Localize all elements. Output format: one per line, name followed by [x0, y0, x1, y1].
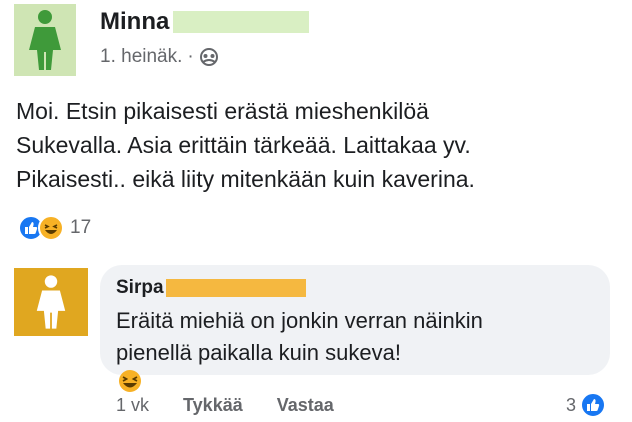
like-icon — [580, 392, 607, 418]
comment-reactions[interactable]: 3 — [566, 392, 607, 418]
comment-reaction-count: 3 — [566, 394, 577, 415]
post-reactions[interactable]: 17 — [18, 215, 91, 241]
redacted-surname — [165, 279, 306, 297]
post-text-line: Moi. Etsin pikaisesti erästä mieshenkilö… — [16, 98, 429, 124]
friends-icon[interactable] — [199, 48, 219, 66]
commenter-name[interactable]: Sirpa — [116, 277, 164, 299]
post-body: Moi. Etsin pikaisesti erästä mieshenkilö… — [16, 94, 616, 196]
haha-icon — [38, 215, 64, 241]
meta-separator: · — [187, 46, 194, 67]
commenter-avatar[interactable] — [14, 268, 88, 336]
comment-age[interactable]: 1 vk — [116, 395, 149, 416]
comment-bubble: Sirpa Eräitä miehiä on jonkin verran näi… — [100, 265, 610, 392]
post-author-avatar[interactable] — [14, 4, 76, 76]
post-author-name[interactable]: Minna — [100, 8, 169, 36]
reply-button[interactable]: Vastaa — [277, 395, 334, 416]
female-silhouette-icon — [36, 275, 66, 329]
redacted-surname — [173, 11, 310, 33]
comment-text: Eräitä miehiä on jonkin verran näinkin p… — [116, 305, 594, 402]
post-header: Minna 1. heinäk. · — [100, 8, 310, 68]
post-timestamp[interactable]: 1. heinäk. — [100, 46, 182, 68]
post-text-line: Pikaisesti.. eikä liity mitenkään kuin k… — [16, 166, 475, 192]
like-button[interactable]: Tykkää — [183, 395, 243, 416]
post-text-line: Sukevalla. Asia erittäin tärkeää. Laitta… — [16, 132, 471, 158]
comment-text-line-2: pienellä paikalla kuin suke­va! — [116, 337, 594, 402]
comment-text-line: Eräitä miehiä on jonkin verran näinkin — [116, 308, 483, 333]
female-silhouette-icon — [29, 10, 61, 70]
reaction-count[interactable]: 17 — [70, 217, 91, 239]
comment-actions: 1 vk Tykkää Vastaa — [116, 395, 368, 416]
